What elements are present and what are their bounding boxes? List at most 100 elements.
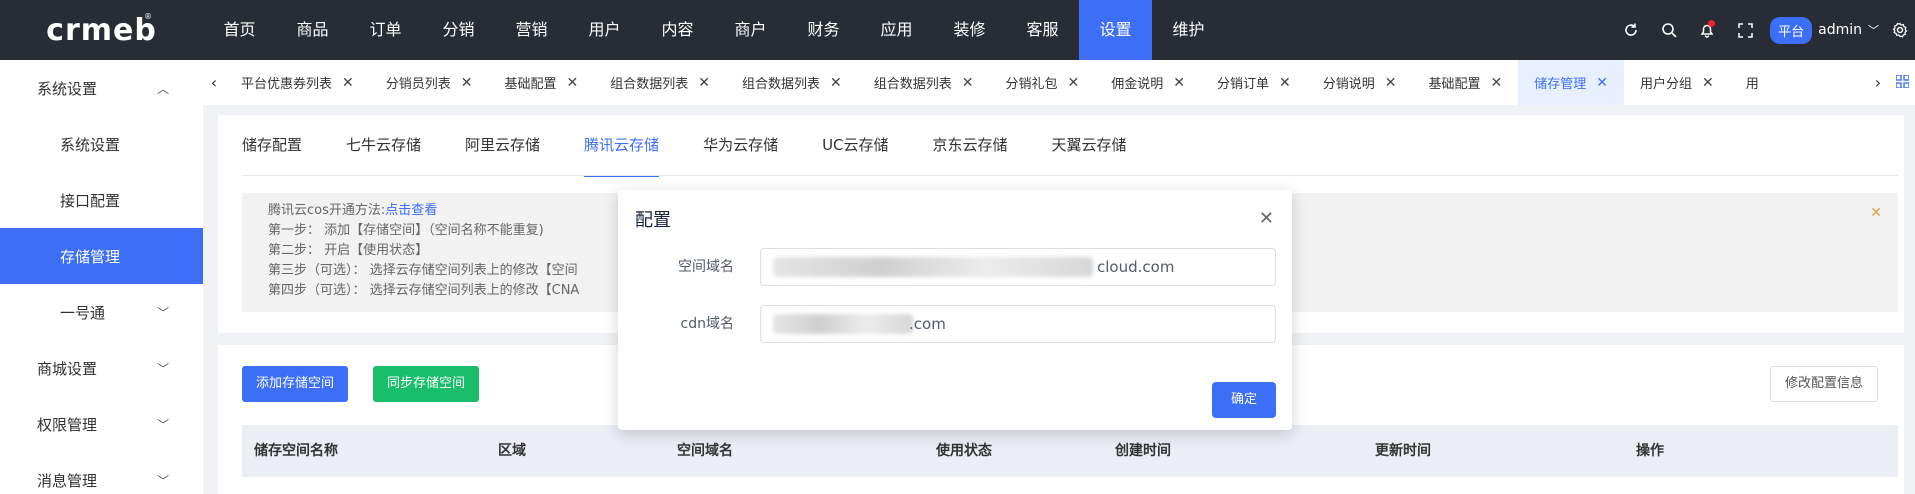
topnav-item[interactable]: 用户 bbox=[568, 0, 641, 60]
topnav-item[interactable]: 财务 bbox=[787, 0, 860, 60]
page-tab[interactable]: 用户分组 ✕ bbox=[1624, 60, 1730, 105]
page-tab[interactable]: 组合数据列表 ✕ bbox=[726, 60, 858, 105]
th-updated: 更新时间 bbox=[1375, 443, 1431, 459]
page-tab[interactable]: 基础配置 ✕ bbox=[489, 60, 595, 105]
sidebar-item-label: 消息管理 bbox=[37, 471, 98, 490]
close-icon[interactable]: ✕ bbox=[1385, 75, 1397, 91]
storage-tab[interactable]: 华为云存储 bbox=[703, 115, 778, 175]
sidebar-item[interactable]: 接口配置 bbox=[0, 172, 203, 228]
config-modal: 配置 ✕ 空间域名 cloud.com cdn域名 .com 确定 bbox=[618, 190, 1292, 430]
page-tab[interactable]: 组合数据列表 ✕ bbox=[858, 60, 990, 105]
fullscreen-icon[interactable] bbox=[1726, 0, 1764, 60]
storage-tab[interactable]: 天翼云存储 bbox=[1052, 115, 1127, 175]
topnav-item[interactable]: 客服 bbox=[1006, 0, 1079, 60]
page-tab-label: 分销礼包 bbox=[1005, 77, 1058, 92]
th-domain: 空间域名 bbox=[677, 443, 733, 459]
logo[interactable]: crmeb ® bbox=[0, 0, 203, 60]
sync-storage-button[interactable]: 同步存储空间 bbox=[373, 366, 480, 402]
storage-tab[interactable]: 京东云存储 bbox=[933, 115, 1008, 175]
page-tab[interactable]: 组合数据列表 ✕ bbox=[594, 60, 726, 105]
close-icon[interactable]: ✕ bbox=[1259, 208, 1274, 229]
user-menu[interactable]: admin ﹀ bbox=[1818, 22, 1879, 38]
refresh-icon[interactable] bbox=[1612, 0, 1650, 60]
sidebar-item[interactable]: 存储管理 bbox=[0, 228, 203, 284]
page-tab[interactable]: 佣金说明 ✕ bbox=[1095, 60, 1201, 105]
modal-title: 配置 bbox=[635, 210, 671, 231]
chevron-down-icon: ﹀ bbox=[1868, 24, 1879, 37]
sidebar-item-label: 权限管理 bbox=[37, 415, 98, 434]
close-icon[interactable]: ✕ bbox=[1173, 75, 1185, 91]
page-tab[interactable]: 分销员列表 ✕ bbox=[370, 60, 489, 105]
topnav-item[interactable]: 维护 bbox=[1152, 0, 1225, 60]
page-tab-label: 佣金说明 bbox=[1111, 77, 1164, 92]
storage-tab[interactable]: 七牛云存储 bbox=[346, 115, 421, 175]
domain-input[interactable]: cloud.com bbox=[760, 248, 1276, 286]
close-icon[interactable]: ✕ bbox=[1702, 75, 1714, 91]
top-navbar: crmeb ® 首页 商品 订单 分销 营销 用户 内容 商户 财务 应用 装修 客服 设置 维护 平台 … bbox=[0, 0, 1915, 60]
notice-prefix: 腾讯云cos开通方法: bbox=[268, 203, 386, 218]
page-tab[interactable]: 储存管理 ✕ bbox=[1518, 60, 1624, 105]
search-icon[interactable] bbox=[1650, 0, 1688, 60]
close-icon[interactable]: ✕ bbox=[962, 75, 974, 91]
topnav-item[interactable]: 营销 bbox=[495, 0, 568, 60]
page-tab-label: 基础配置 bbox=[504, 77, 557, 92]
topnav-item[interactable]: 商户 bbox=[714, 0, 787, 60]
tabs-scroll-right-icon[interactable]: › bbox=[1867, 73, 1889, 92]
page-tab[interactable]: 分销说明 ✕ bbox=[1307, 60, 1413, 105]
close-icon[interactable]: ✕ bbox=[698, 75, 710, 91]
sidebar-item[interactable]: 权限管理 ﹀ bbox=[0, 396, 203, 452]
topnav-item[interactable]: 应用 bbox=[860, 0, 933, 60]
domain-row: 空间域名 cloud.com bbox=[618, 248, 1292, 286]
topnav-item[interactable]: 分销 bbox=[422, 0, 495, 60]
close-icon[interactable]: ✕ bbox=[1596, 75, 1608, 91]
page-tab[interactable]: 分销礼包 ✕ bbox=[990, 60, 1096, 105]
storage-tab[interactable]: UC云存储 bbox=[822, 115, 888, 175]
sidebar-item-label: 系统设置 bbox=[60, 135, 121, 154]
topnav-item[interactable]: 内容 bbox=[641, 0, 714, 60]
storage-tab[interactable]: 腾讯云存储 bbox=[584, 115, 660, 177]
chevron-down-icon: ﹀ bbox=[156, 305, 169, 320]
page-tab-label: 组合数据列表 bbox=[610, 77, 689, 92]
close-icon[interactable]: ✕ bbox=[1068, 75, 1080, 91]
bell-icon[interactable] bbox=[1688, 0, 1726, 60]
storage-tab[interactable]: 阿里云存储 bbox=[465, 115, 540, 175]
storage-tab[interactable]: 储存配置 bbox=[242, 115, 302, 175]
page-tab-label: 组合数据列表 bbox=[873, 77, 952, 92]
close-icon[interactable]: ✕ bbox=[567, 75, 579, 91]
grid-icon[interactable] bbox=[1889, 73, 1915, 92]
confirm-button[interactable]: 确定 bbox=[1212, 382, 1276, 418]
platform-badge[interactable]: 平台 bbox=[1770, 16, 1813, 44]
sidebar-item[interactable]: 商城设置 ﹀ bbox=[0, 340, 203, 396]
page-tab[interactable]: 平台优惠券列表 ✕ bbox=[225, 60, 370, 105]
sidebar-item[interactable]: 系统设置 bbox=[0, 116, 203, 172]
th-space-name: 储存空间名称 bbox=[254, 443, 338, 459]
close-icon[interactable]: ✕ bbox=[830, 75, 842, 91]
close-icon[interactable]: ✕ bbox=[1870, 203, 1882, 223]
page-tabs-bar: ‹ 平台优惠券列表 ✕ 分销员列表 ✕ 基础配置 ✕ 组合数据列表 ✕ 组合数据列表 ✕ 组合数据列… bbox=[203, 60, 1915, 105]
tabs-scroll-left-icon[interactable]: ‹ bbox=[203, 73, 225, 92]
sidebar-item[interactable]: 消息管理 ﹀ bbox=[0, 452, 203, 494]
topnav-item[interactable]: 首页 bbox=[203, 0, 276, 60]
topnav-item[interactable]: 商品 bbox=[276, 0, 349, 60]
cdn-row: cdn域名 .com bbox=[618, 305, 1292, 343]
topnav-item[interactable]: 装修 bbox=[933, 0, 1006, 60]
redacted-blur bbox=[773, 314, 913, 334]
close-icon[interactable]: ✕ bbox=[461, 75, 473, 91]
sidebar-item[interactable]: 一号通 ﹀ bbox=[0, 284, 203, 340]
page-tab[interactable]: 用 bbox=[1730, 60, 1775, 105]
topnav-item[interactable]: 订单 bbox=[349, 0, 422, 60]
page-tab[interactable]: 基础配置 ✕ bbox=[1413, 60, 1519, 105]
cdn-input[interactable]: .com bbox=[760, 305, 1276, 343]
add-storage-button[interactable]: 添加存储空间 bbox=[242, 366, 349, 402]
topnav-item[interactable]: 设置 bbox=[1079, 0, 1152, 60]
close-icon[interactable]: ✕ bbox=[342, 75, 354, 91]
close-icon[interactable]: ✕ bbox=[1279, 75, 1291, 91]
sidebar-item[interactable]: 系统设置 ︿ bbox=[0, 60, 203, 116]
chevron-up-icon: ︿ bbox=[156, 81, 169, 96]
page-tab[interactable]: 分销订单 ✕ bbox=[1201, 60, 1307, 105]
cdn-value: .com bbox=[909, 315, 946, 333]
gear-icon[interactable] bbox=[1885, 0, 1915, 60]
close-icon[interactable]: ✕ bbox=[1491, 75, 1503, 91]
edit-config-button[interactable]: 修改配置信息 bbox=[1769, 366, 1878, 402]
view-guide-link[interactable]: 点击查看 bbox=[385, 203, 437, 218]
